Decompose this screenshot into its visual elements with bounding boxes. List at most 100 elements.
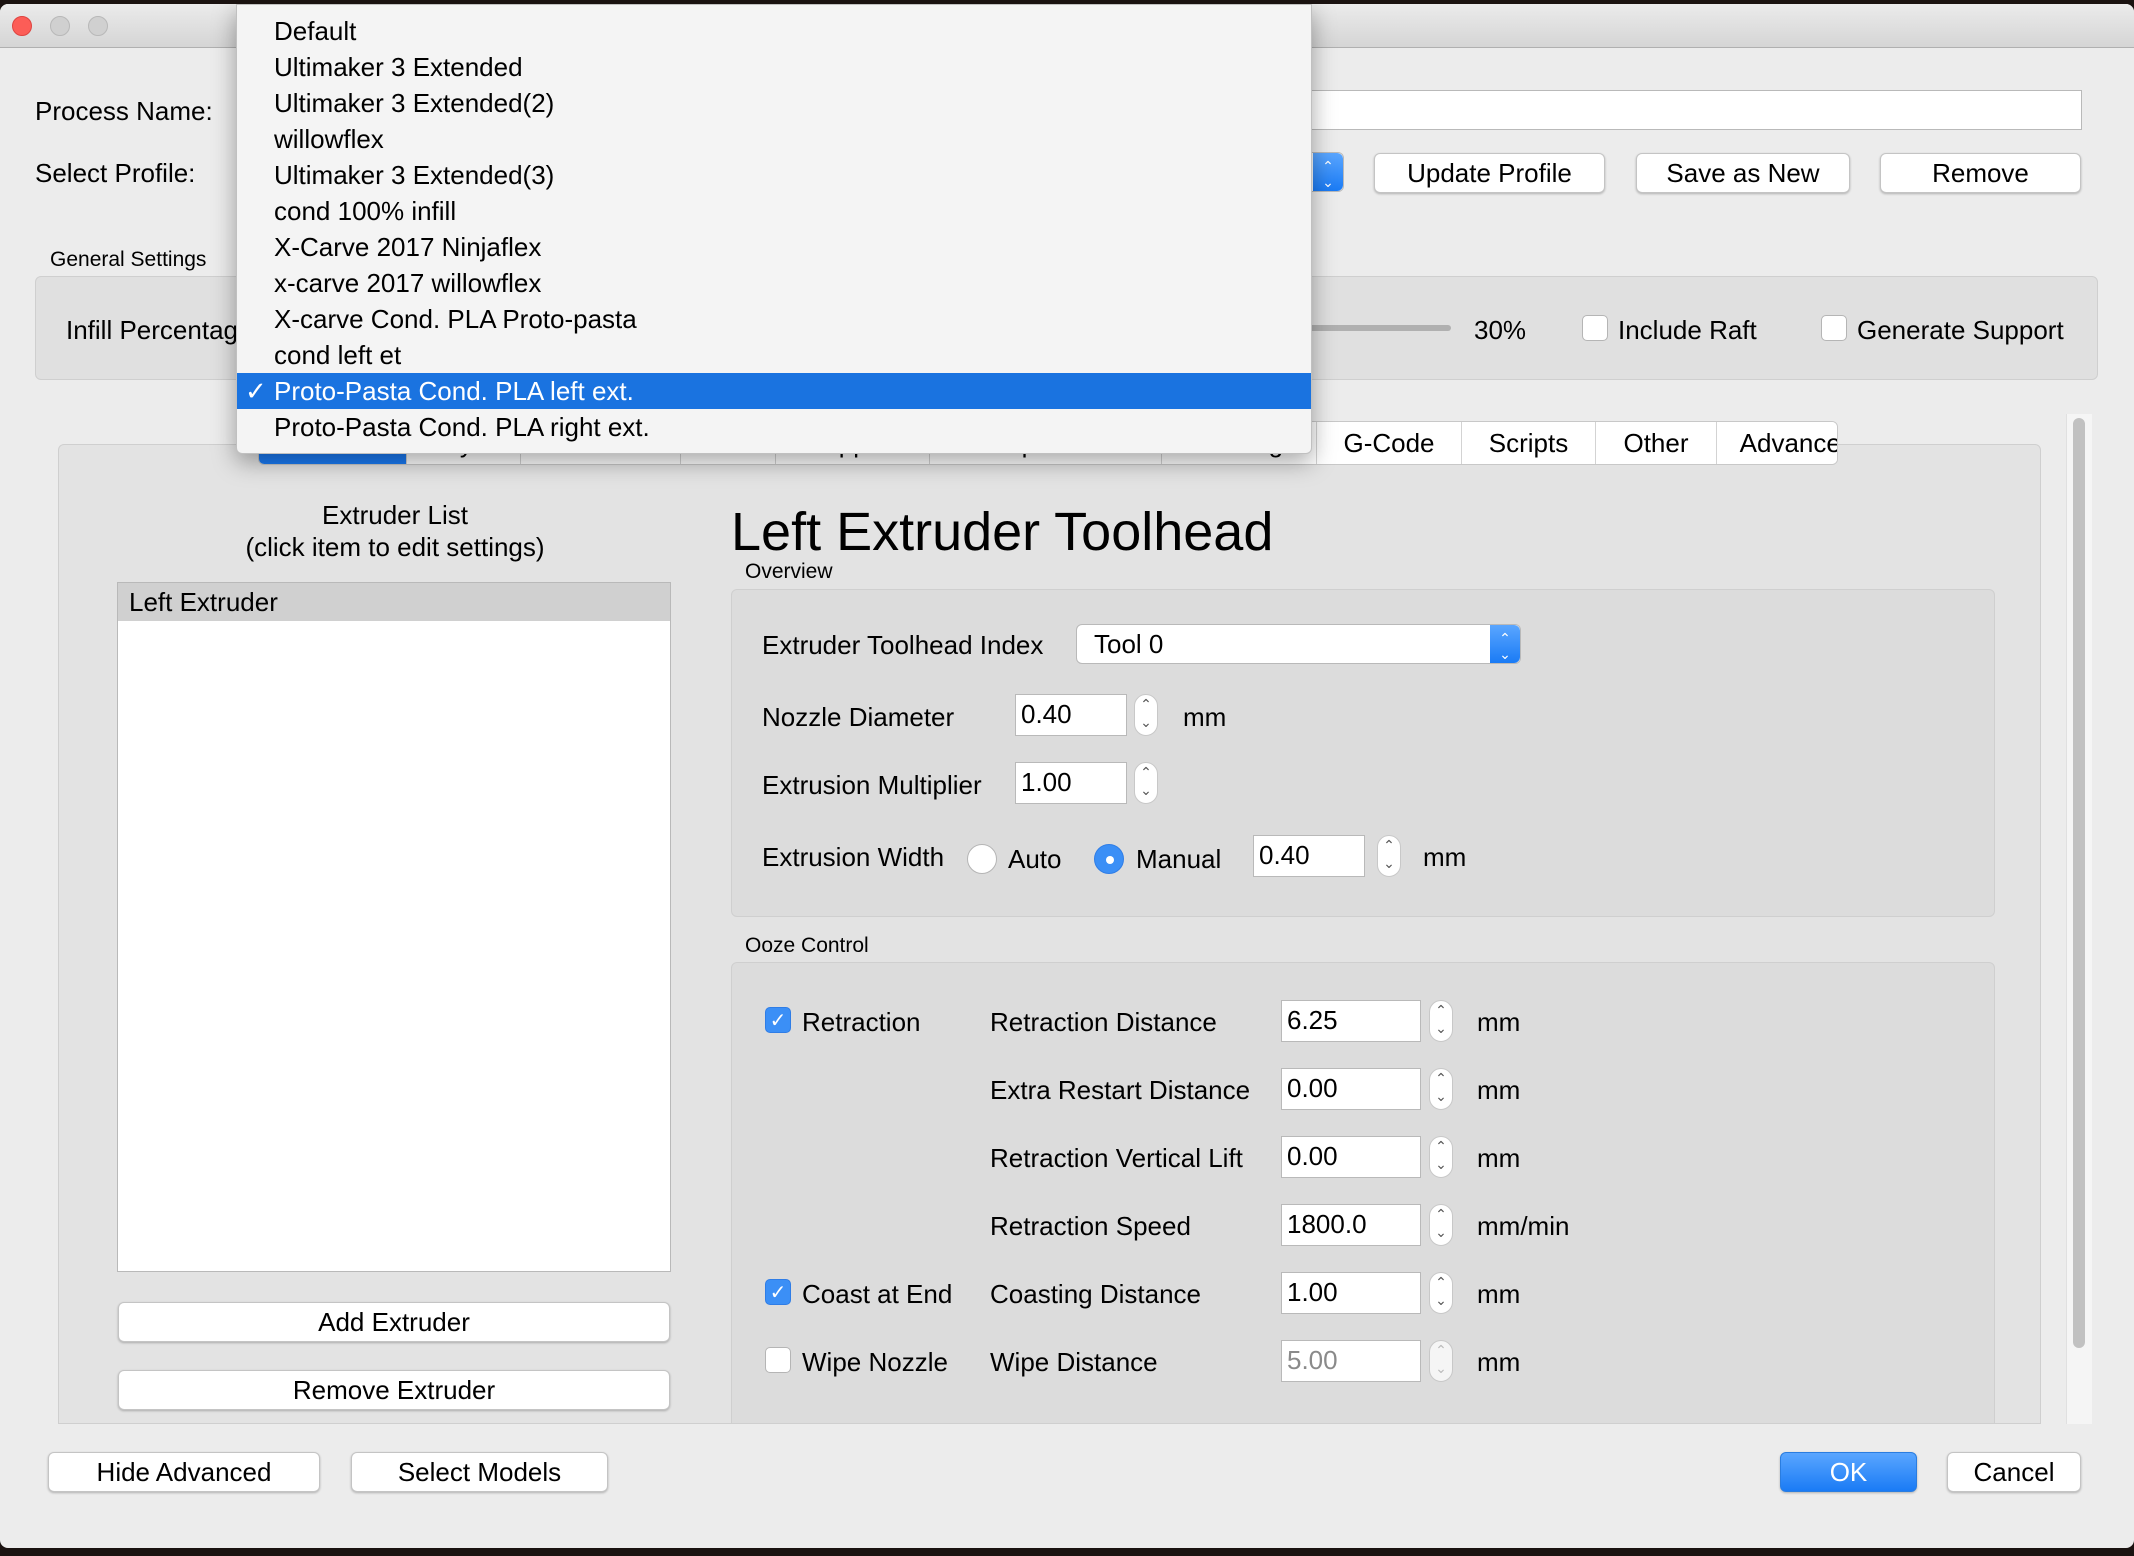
retraction-checkbox[interactable]: ✓ bbox=[765, 1007, 791, 1033]
nozzle-diameter-label: Nozzle Diameter bbox=[762, 702, 955, 732]
profile-option[interactable]: cond 100% infill bbox=[237, 193, 1311, 229]
profile-option[interactable]: X-carve Cond. PLA Proto-pasta bbox=[237, 301, 1311, 337]
nozzle-diameter-input[interactable]: 0.40 bbox=[1015, 694, 1127, 736]
cancel-button[interactable]: Cancel bbox=[1947, 1452, 2081, 1492]
retraction-distance-input[interactable]: 6.25 bbox=[1281, 1000, 1421, 1042]
retraction-vertical-lift-stepper[interactable]: ⌃ ⌄ bbox=[1429, 1136, 1453, 1178]
process-name-label: Process Name: bbox=[35, 96, 213, 126]
select-arrows-icon: ⌃ ⌄ bbox=[1313, 153, 1343, 191]
wipe-distance-input[interactable]: 5.00 bbox=[1281, 1340, 1421, 1382]
profile-option-label: cond left et bbox=[274, 340, 402, 370]
wipe-nozzle-checkbox[interactable] bbox=[765, 1347, 791, 1373]
scrollbar-thumb[interactable] bbox=[2073, 418, 2085, 1348]
profile-option-label: Ultimaker 3 Extended(2) bbox=[274, 88, 555, 118]
extruder-list-subtitle: (click item to edit settings) bbox=[245, 532, 545, 562]
extrusion-multiplier-input[interactable]: 1.00 bbox=[1015, 762, 1127, 804]
coast-at-end-label: Coast at End bbox=[802, 1279, 953, 1309]
profile-option-label: X-Carve 2017 Ninjaflex bbox=[274, 232, 542, 262]
retraction-speed-stepper[interactable]: ⌃ ⌄ bbox=[1429, 1204, 1453, 1246]
extrusion-multiplier-stepper[interactable]: ⌃ ⌄ bbox=[1134, 762, 1158, 804]
extruder-list-title: Extruder List bbox=[322, 500, 468, 530]
profile-option[interactable]: Default bbox=[237, 13, 1311, 49]
retraction-vertical-lift-label: Retraction Vertical Lift bbox=[990, 1143, 1243, 1173]
profile-option-label: Default bbox=[274, 16, 357, 46]
tab-g-code[interactable]: G-Code bbox=[1317, 422, 1462, 464]
profile-option-label: willowflex bbox=[274, 124, 384, 154]
retraction-vertical-lift-unit: mm bbox=[1477, 1143, 1521, 1173]
ooze-control-group: ✓ Retraction Retraction Distance 6.25 ⌃ ⌄… bbox=[731, 962, 1995, 1424]
retraction-label: Retraction bbox=[802, 1007, 921, 1037]
select-models-button[interactable]: Select Models bbox=[351, 1452, 608, 1492]
retraction-speed-unit: mm/min bbox=[1477, 1211, 1570, 1241]
generate-support-checkbox[interactable] bbox=[1821, 315, 1847, 341]
profile-dropdown-menu: Default Ultimaker 3 Extended Ultimaker 3 E… bbox=[236, 4, 1312, 454]
profile-option-label: Proto-Pasta Cond. PLA left ext. bbox=[274, 376, 634, 406]
remove-profile-button[interactable]: Remove bbox=[1880, 153, 2081, 193]
toolhead-index-select[interactable]: Tool 0 ⌃ ⌄ bbox=[1076, 624, 1521, 664]
overview-title: Overview bbox=[745, 560, 833, 583]
nozzle-diameter-stepper[interactable]: ⌃ ⌄ bbox=[1134, 694, 1158, 736]
generate-support-label: Generate Support bbox=[1857, 315, 2064, 345]
tab-other[interactable]: Other bbox=[1596, 422, 1717, 464]
coasting-distance-input[interactable]: 1.00 bbox=[1281, 1272, 1421, 1314]
extrusion-width-input[interactable]: 0.40 bbox=[1253, 835, 1365, 877]
wipe-nozzle-label: Wipe Nozzle bbox=[802, 1347, 948, 1377]
ooze-control-title: Ooze Control bbox=[745, 934, 869, 957]
retraction-distance-unit: mm bbox=[1477, 1007, 1521, 1037]
update-profile-button[interactable]: Update Profile bbox=[1374, 153, 1605, 193]
extruder-list-item[interactable]: Left Extruder bbox=[118, 583, 670, 621]
profile-option-label: X-carve Cond. PLA Proto-pasta bbox=[274, 304, 637, 334]
retraction-speed-input[interactable]: 1800.0 bbox=[1281, 1204, 1421, 1246]
profile-option[interactable]: X-Carve 2017 Ninjaflex bbox=[237, 229, 1311, 265]
profile-option[interactable]: Ultimaker 3 Extended(2) bbox=[237, 85, 1311, 121]
coast-at-end-checkbox[interactable]: ✓ bbox=[765, 1279, 791, 1305]
save-as-new-button[interactable]: Save as New bbox=[1636, 153, 1850, 193]
profile-option[interactable]: Ultimaker 3 Extended(3) bbox=[237, 157, 1311, 193]
profile-option-label: Ultimaker 3 Extended bbox=[274, 52, 523, 82]
extra-restart-distance-label: Extra Restart Distance bbox=[990, 1075, 1251, 1105]
profile-option[interactable]: Proto-Pasta Cond. PLA right ext. bbox=[237, 409, 1311, 445]
remove-extruder-button[interactable]: Remove Extruder bbox=[118, 1370, 670, 1410]
include-raft-checkbox[interactable] bbox=[1582, 315, 1608, 341]
extrusion-width-label: Extrusion Width bbox=[762, 842, 945, 872]
coasting-distance-unit: mm bbox=[1477, 1279, 1521, 1309]
extra-restart-distance-input[interactable]: 0.00 bbox=[1281, 1068, 1421, 1110]
extruder-list: Left Extruder bbox=[117, 582, 671, 1272]
checkmark-icon: ✓ bbox=[245, 376, 267, 406]
extra-restart-distance-stepper[interactable]: ⌃ ⌄ bbox=[1429, 1068, 1453, 1110]
profile-option[interactable]: cond left et bbox=[237, 337, 1311, 373]
tab-scripts[interactable]: Scripts bbox=[1462, 422, 1596, 464]
infill-value: 30% bbox=[1474, 315, 1527, 345]
extrusion-width-manual-radio[interactable] bbox=[1094, 844, 1124, 874]
profile-option[interactable]: willowflex bbox=[237, 121, 1311, 157]
scrollbar-track[interactable] bbox=[2066, 414, 2092, 1424]
retraction-distance-stepper[interactable]: ⌃ ⌄ bbox=[1429, 1000, 1453, 1042]
toolhead-index-value: Tool 0 bbox=[1094, 629, 1164, 659]
profile-option-label: Proto-Pasta Cond. PLA right ext. bbox=[274, 412, 650, 442]
retraction-speed-label: Retraction Speed bbox=[990, 1211, 1191, 1241]
extrusion-width-unit: mm bbox=[1423, 842, 1467, 872]
coasting-distance-stepper[interactable]: ⌃ ⌄ bbox=[1429, 1272, 1453, 1314]
profile-option[interactable]: x-carve 2017 willowflex bbox=[237, 265, 1311, 301]
ok-button[interactable]: OK bbox=[1780, 1452, 1917, 1492]
extrusion-width-auto-radio[interactable] bbox=[967, 844, 997, 874]
profile-option[interactable]: ✓ Proto-Pasta Cond. PLA left ext. bbox=[237, 373, 1311, 409]
extrusion-width-manual-label: Manual bbox=[1136, 844, 1222, 874]
tab-advanced[interactable]: Advanced bbox=[1717, 422, 1837, 464]
general-settings-title: General Settings bbox=[50, 248, 207, 271]
profile-option[interactable]: Ultimaker 3 Extended bbox=[237, 49, 1311, 85]
extrusion-width-stepper[interactable]: ⌃ ⌄ bbox=[1377, 835, 1401, 877]
infill-percentage-label: Infill Percentage: bbox=[66, 315, 260, 345]
extrusion-width-auto-label: Auto bbox=[1008, 844, 1062, 874]
hide-advanced-button[interactable]: Hide Advanced bbox=[48, 1452, 320, 1492]
extruder-heading: Left Extruder Toolhead bbox=[731, 502, 1274, 562]
add-extruder-button[interactable]: Add Extruder bbox=[118, 1302, 670, 1342]
wipe-distance-stepper[interactable]: ⌃ ⌄ bbox=[1429, 1340, 1453, 1382]
profile-option-label: x-carve 2017 willowflex bbox=[274, 268, 542, 298]
retraction-vertical-lift-input[interactable]: 0.00 bbox=[1281, 1136, 1421, 1178]
wipe-distance-label: Wipe Distance bbox=[990, 1347, 1158, 1377]
profile-option-label: cond 100% infill bbox=[274, 196, 457, 226]
select-profile-label: Select Profile: bbox=[35, 158, 196, 188]
toolhead-index-label: Extruder Toolhead Index bbox=[762, 630, 1044, 660]
select-arrows-icon: ⌃ ⌄ bbox=[1490, 625, 1520, 663]
